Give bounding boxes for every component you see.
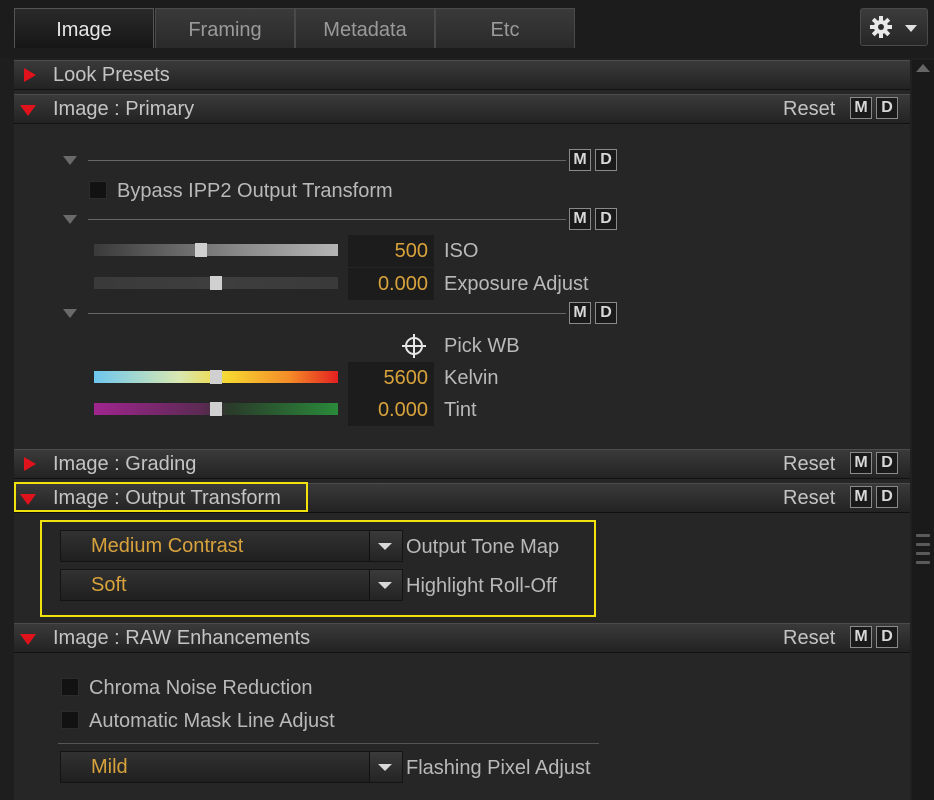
d-button[interactable]: D <box>595 302 617 324</box>
reset-button[interactable]: Reset <box>783 624 835 652</box>
m-button[interactable]: M <box>569 302 591 324</box>
chevron-down-icon <box>905 25 917 32</box>
tab-etc[interactable]: Etc <box>435 8 575 48</box>
chroma-noise-checkbox[interactable] <box>61 678 79 696</box>
divider <box>88 219 566 220</box>
chevron-down-icon[interactable] <box>369 752 402 782</box>
d-button[interactable]: D <box>595 208 617 230</box>
m-button[interactable]: M <box>569 149 591 171</box>
divider <box>58 743 599 744</box>
exposure-value-field[interactable]: 0.000 <box>348 268 434 300</box>
section-title: Image : Grading <box>53 453 197 475</box>
flashing-pixel-dropdown[interactable]: Mild <box>60 751 403 783</box>
d-button[interactable]: D <box>876 452 898 474</box>
section-title: Look Presets <box>53 64 170 86</box>
title-highlight-box <box>14 482 308 512</box>
m-button[interactable]: M <box>569 208 591 230</box>
scroll-grip-icon[interactable] <box>916 534 930 578</box>
d-button[interactable]: D <box>876 626 898 648</box>
expand-arrow-icon[interactable] <box>24 68 36 82</box>
controls-highlight-box <box>40 520 596 617</box>
reset-button[interactable]: Reset <box>783 484 835 512</box>
exposure-label: Exposure Adjust <box>444 273 589 295</box>
reset-button[interactable]: Reset <box>783 450 835 478</box>
group-collapse-arrow-icon[interactable] <box>63 156 77 165</box>
iso-label: ISO <box>444 240 479 262</box>
d-button[interactable]: D <box>876 486 898 508</box>
d-button[interactable]: D <box>876 97 898 119</box>
kelvin-label: Kelvin <box>444 367 499 389</box>
m-button[interactable]: M <box>850 626 872 648</box>
divider <box>88 313 566 314</box>
section-image-grading[interactable]: Image : Grading Reset M D <box>14 449 910 479</box>
left-edge <box>0 58 14 800</box>
collapse-arrow-icon[interactable] <box>20 105 36 116</box>
slider-knob[interactable] <box>210 402 222 416</box>
chroma-noise-label: Chroma Noise Reduction <box>89 677 313 699</box>
divider <box>88 160 566 161</box>
expand-arrow-icon[interactable] <box>24 457 36 471</box>
iso-slider[interactable] <box>94 243 338 257</box>
tint-label: Tint <box>444 399 477 421</box>
section-title: Image : Primary <box>53 98 195 120</box>
tab-metadata[interactable]: Metadata <box>295 8 435 48</box>
flashing-pixel-label: Flashing Pixel Adjust <box>406 757 591 779</box>
section-image-primary[interactable]: Image : Primary Reset M D <box>14 94 910 124</box>
m-button[interactable]: M <box>850 97 872 119</box>
m-button[interactable]: M <box>850 486 872 508</box>
m-button[interactable]: M <box>850 452 872 474</box>
mask-line-label: Automatic Mask Line Adjust <box>89 710 335 732</box>
scrollbar[interactable] <box>912 60 934 800</box>
group-collapse-arrow-icon[interactable] <box>63 309 77 318</box>
collapse-arrow-icon[interactable] <box>20 634 36 645</box>
d-button[interactable]: D <box>595 149 617 171</box>
tint-slider[interactable] <box>94 402 338 416</box>
iso-value-field[interactable]: 500 <box>348 235 434 267</box>
tab-image[interactable]: Image <box>14 8 154 48</box>
tint-value-field[interactable]: 0.000 <box>348 394 434 426</box>
group-collapse-arrow-icon[interactable] <box>63 215 77 224</box>
kelvin-slider[interactable] <box>94 370 338 384</box>
tab-bar: Image Framing Metadata Etc <box>0 0 934 58</box>
reset-button[interactable]: Reset <box>783 95 835 123</box>
exposure-slider[interactable] <box>94 276 338 290</box>
slider-knob[interactable] <box>210 276 222 290</box>
kelvin-value-field[interactable]: 5600 <box>348 362 434 394</box>
section-title: Image : RAW Enhancements <box>53 627 311 649</box>
tab-framing[interactable]: Framing <box>155 8 295 48</box>
slider-knob[interactable] <box>210 370 222 384</box>
mask-line-checkbox[interactable] <box>61 711 79 729</box>
slider-knob[interactable] <box>195 243 208 257</box>
settings-menu-button[interactable] <box>860 8 928 46</box>
pick-wb-label[interactable]: Pick WB <box>444 334 520 358</box>
gear-icon <box>870 16 892 38</box>
bypass-label: Bypass IPP2 Output Transform <box>117 180 393 202</box>
section-look-presets[interactable]: Look Presets <box>14 60 910 90</box>
dropdown-value: Mild <box>91 756 128 778</box>
bypass-checkbox[interactable] <box>89 181 107 199</box>
crosshair-icon[interactable] <box>401 333 427 359</box>
scroll-up-arrow-icon[interactable] <box>916 64 930 72</box>
section-image-raw-enhancements[interactable]: Image : RAW Enhancements Reset M D <box>14 623 910 653</box>
